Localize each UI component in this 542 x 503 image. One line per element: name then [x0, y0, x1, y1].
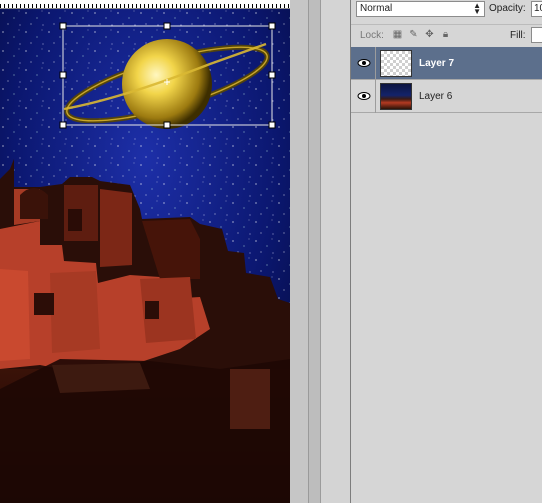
- lock-label: Lock:: [360, 30, 384, 41]
- layer-name: Layer 7: [419, 58, 455, 69]
- move-icon[interactable]: ✥: [423, 28, 436, 41]
- document-canvas[interactable]: [0, 9, 290, 503]
- eye-icon[interactable]: [357, 57, 371, 69]
- eye-icon[interactable]: [357, 90, 371, 102]
- horizontal-ruler: [0, 0, 290, 9]
- blend-mode-select[interactable]: Normal ▲ ▼: [356, 1, 485, 17]
- layer-row-layer-6[interactable]: Layer 6: [351, 80, 542, 113]
- layer-thumbnail: [380, 50, 412, 77]
- layer-name: Layer 6: [419, 91, 453, 102]
- canvas-pasteboard: [290, 0, 308, 503]
- opacity-label: Opacity:: [489, 3, 526, 14]
- layers-panel: Normal ▲▼ Opacity: 10 Lock: ▦ ✎ ✥ 🔒︎ Fil…: [350, 0, 542, 503]
- lock-icon[interactable]: 🔒︎: [439, 28, 452, 41]
- fill-field[interactable]: [531, 27, 542, 43]
- layer-row-layer-7[interactable]: Layer 7: [351, 47, 542, 80]
- layer-thumbnail: [380, 83, 412, 110]
- blend-mode-value: Normal: [360, 3, 393, 14]
- fill-label: Fill:: [510, 30, 526, 41]
- panel-gutter: [320, 0, 351, 503]
- opacity-field[interactable]: 10: [531, 1, 542, 17]
- dropdown-arrow-icon: ▲ ▼: [473, 1, 481, 16]
- canvas-artwork: [0, 9, 290, 503]
- lock-transparency-icon[interactable]: ▦: [391, 28, 404, 41]
- brush-icon[interactable]: ✎: [407, 28, 420, 41]
- lock-row: Lock: ▦ ✎ ✥ 🔒︎ Fill:: [351, 24, 542, 47]
- blend-mode-row: Normal ▲▼ Opacity: 10: [351, 0, 542, 20]
